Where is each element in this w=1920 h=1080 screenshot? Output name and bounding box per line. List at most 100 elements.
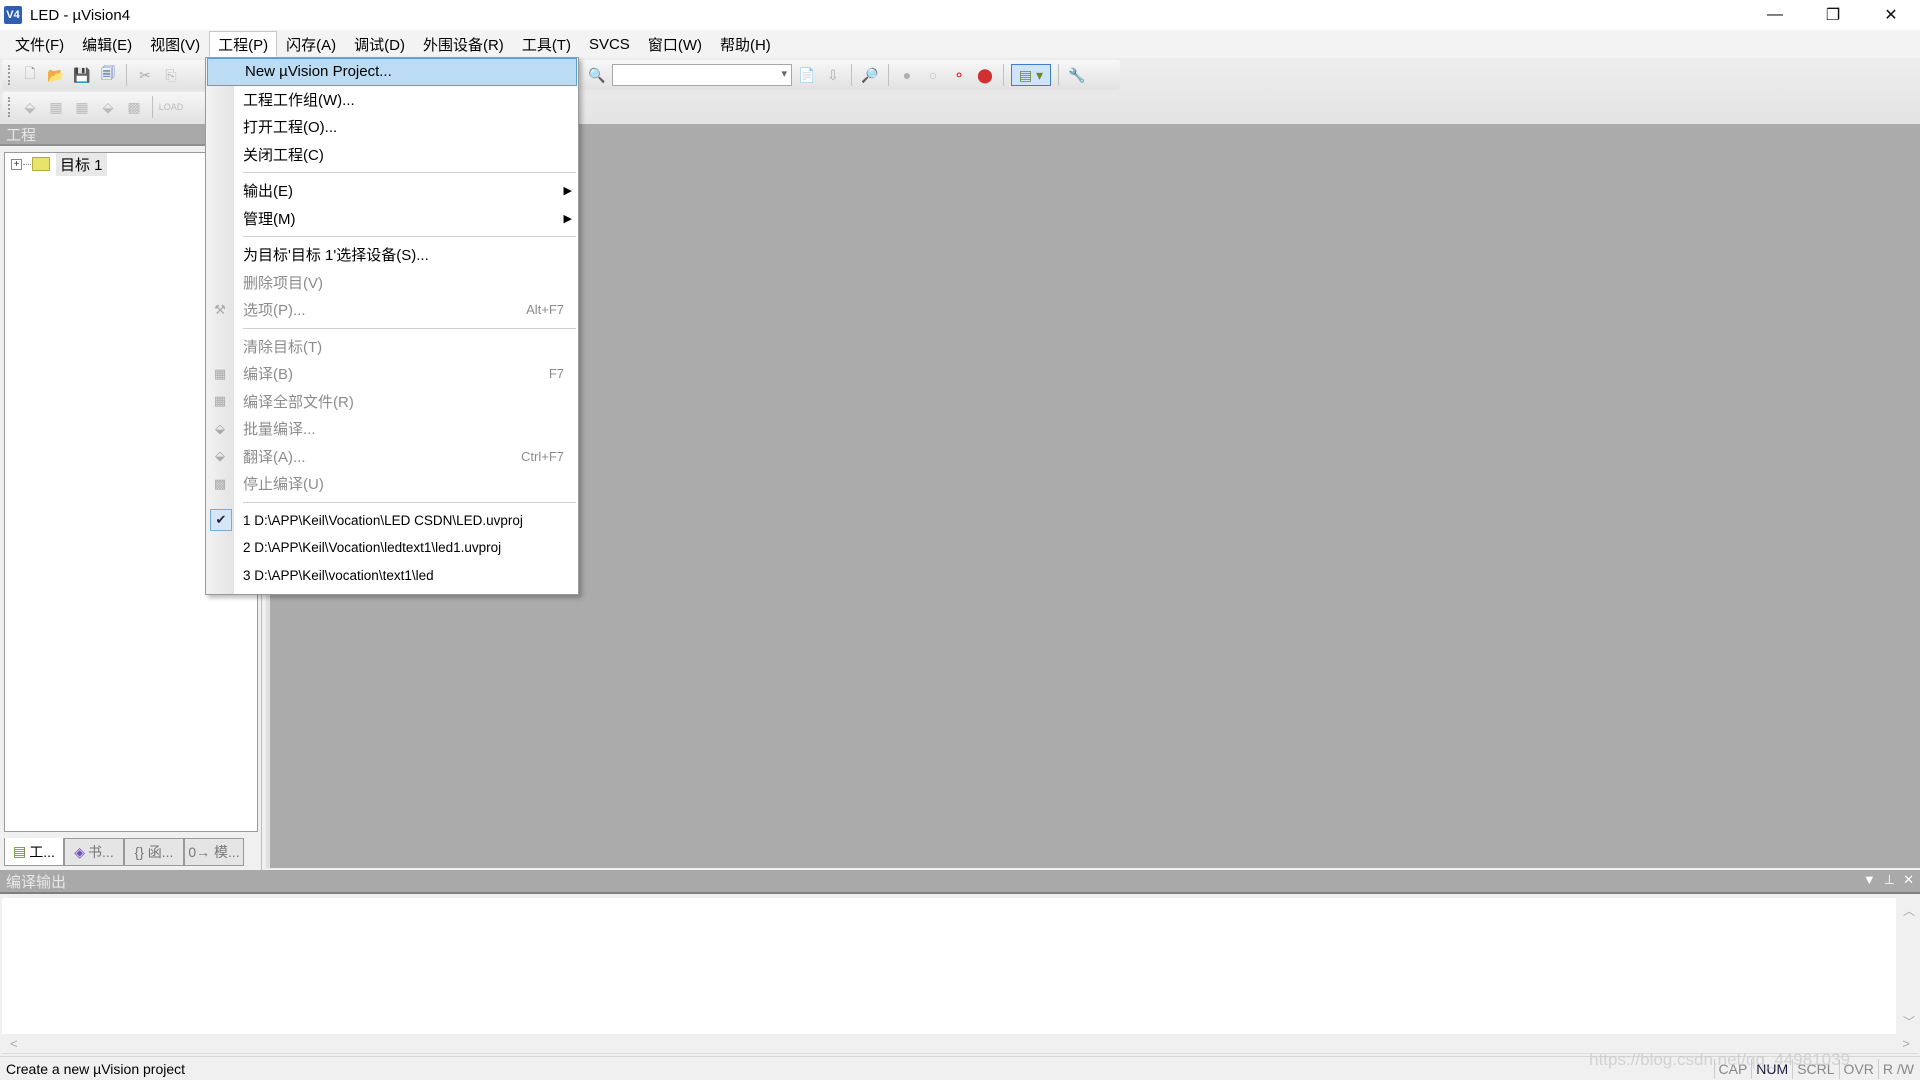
tab-books[interactable]: ◈ 书... bbox=[64, 838, 124, 866]
configure-wrench-icon[interactable]: 🔧 bbox=[1066, 64, 1088, 86]
new-file-icon[interactable]: 🗋 bbox=[19, 64, 41, 86]
menu-peripherals[interactable]: 外围设备(R) bbox=[414, 31, 513, 57]
scroll-up-icon[interactable]: ︿ bbox=[1903, 902, 1915, 919]
menu-flash[interactable]: 闪存(A) bbox=[277, 31, 345, 57]
panel-menu-icon[interactable]: ▼ bbox=[1863, 872, 1876, 888]
kill-breakpoints-icon[interactable]: ⬤ bbox=[974, 64, 996, 86]
batch-build-icon[interactable]: ⬙ bbox=[97, 96, 119, 118]
menu-item-label: New µVision Project... bbox=[245, 63, 392, 81]
toolbar-separator bbox=[888, 64, 889, 86]
expand-icon[interactable]: + bbox=[11, 158, 22, 170]
copy-icon[interactable]: ⎘ bbox=[160, 64, 182, 86]
save-all-icon[interactable]: 🗐 bbox=[97, 64, 119, 86]
options-icon: ⚒ bbox=[214, 301, 226, 317]
find-in-files-icon[interactable]: 🔍 bbox=[586, 64, 608, 86]
batch-build-icon: ⬙ bbox=[215, 420, 225, 436]
disable-breakpoints-icon[interactable]: ⚬ bbox=[948, 64, 970, 86]
menu-file[interactable]: 文件(F) bbox=[6, 31, 73, 57]
menu-tools[interactable]: 工具(T) bbox=[513, 31, 580, 57]
watermark: https://blog.csdn.net/qq_44981039 bbox=[1589, 1050, 1850, 1069]
tab-functions[interactable]: {} 函... bbox=[124, 838, 184, 866]
tab-label: {} 函... bbox=[134, 844, 174, 860]
folder-icon bbox=[32, 157, 50, 171]
menu-item-open-project[interactable]: 打开工程(O)... bbox=[206, 113, 578, 141]
build-icon: ▦ bbox=[213, 365, 227, 381]
menu-item-recent-2[interactable]: 2 D:\APP\Keil\Vocation\ledtext1\led1.uvp… bbox=[206, 534, 578, 562]
stop-build-icon: ▩ bbox=[213, 475, 227, 491]
menu-item-recent-3[interactable]: 3 D:\APP\Keil\vocation\text1\led bbox=[206, 562, 578, 590]
panel-close-icon[interactable]: ✕ bbox=[1903, 872, 1914, 888]
tab-templates[interactable]: 0→ 模... bbox=[184, 838, 244, 866]
toolbar-grip[interactable] bbox=[8, 65, 11, 85]
toolbar-separator bbox=[126, 64, 127, 86]
menu-item-label: 翻译(A)... bbox=[243, 448, 306, 466]
menu-item-label: 编译全部文件(R) bbox=[243, 393, 354, 411]
window-title: LED - µVision4 bbox=[30, 6, 131, 24]
menu-item-batch-build: ⬙ 批量编译... bbox=[206, 415, 578, 443]
build-output-text[interactable] bbox=[2, 898, 1896, 1034]
menu-item-select-device[interactable]: 为目标'目标 1'选择设备(S)... bbox=[206, 241, 578, 269]
pin-icon[interactable]: ⊥ bbox=[1884, 872, 1895, 888]
menu-help[interactable]: 帮助(H) bbox=[711, 31, 780, 57]
scroll-right-icon[interactable]: > bbox=[1902, 1036, 1910, 1051]
menu-view[interactable]: 视图(V) bbox=[141, 31, 209, 57]
menu-item-options: ⚒ 选项(P)... Alt+F7 bbox=[206, 296, 578, 324]
build-output-header: 编译输出 ▼ ⊥ ✕ bbox=[0, 870, 1920, 894]
menu-item-label: 工程工作组(W)... bbox=[243, 91, 355, 109]
menu-window[interactable]: 窗口(W) bbox=[639, 31, 711, 57]
open-folder-icon[interactable]: 📂 bbox=[45, 64, 67, 86]
translate-icon: ⬙ bbox=[215, 448, 225, 464]
menu-separator bbox=[206, 498, 578, 507]
file-toolbar: 🗋 📂 💾 🗐 ✂ ⎘ bbox=[2, 60, 207, 90]
restore-button[interactable]: ❐ bbox=[1804, 0, 1862, 30]
toolbar-grip[interactable] bbox=[8, 97, 11, 117]
title-bar: V4 LED - µVision4 — ❐ ✕ bbox=[0, 0, 1920, 30]
menu-item-recent-1[interactable]: ✔ 1 D:\APP\Keil\Vocation\LED CSDN\LED.uvp… bbox=[206, 507, 578, 535]
tab-label: 书... bbox=[88, 844, 114, 860]
menu-item-label: 编译(B) bbox=[243, 366, 293, 384]
menu-item-label: 输出(E) bbox=[243, 183, 293, 201]
menu-shortcut: Ctrl+F7 bbox=[521, 448, 564, 464]
minimize-button[interactable]: — bbox=[1746, 0, 1804, 30]
stop-build-icon[interactable]: ▩ bbox=[123, 96, 145, 118]
menu-item-multi-project[interactable]: 工程工作组(W)... bbox=[206, 86, 578, 114]
tab-label: 工... bbox=[29, 843, 55, 860]
books-icon: ◈ bbox=[74, 843, 86, 860]
rw-indicator: R /W bbox=[1877, 1059, 1918, 1079]
debug-session-icon[interactable]: 🔎 bbox=[859, 64, 881, 86]
menu-svcs[interactable]: SVCS bbox=[580, 31, 639, 57]
toolbar-separator bbox=[1003, 64, 1004, 86]
find-document-icon[interactable]: 📄 bbox=[796, 64, 818, 86]
menu-item-manage[interactable]: 管理(M) ▶ bbox=[206, 205, 578, 233]
window-layout-dropdown[interactable]: ▤ ▾ bbox=[1011, 64, 1051, 86]
vertical-scrollbar[interactable]: ︿ ﹀ bbox=[1898, 898, 1920, 1034]
close-button[interactable]: ✕ bbox=[1862, 0, 1920, 30]
tab-project[interactable]: ▤ 工... bbox=[4, 838, 64, 866]
find-debug-toolbar: 🔍 📄 ⇩ 🔎 ● ○ ⚬ ⬤ ▤ ▾ 🔧 bbox=[580, 60, 1120, 90]
scroll-down-icon[interactable]: ﹀ bbox=[1903, 1013, 1915, 1030]
find-combo[interactable] bbox=[612, 64, 792, 86]
scroll-left-icon[interactable]: < bbox=[10, 1036, 18, 1051]
load-icon[interactable]: LOAD bbox=[159, 96, 184, 118]
translate-icon[interactable]: ⬙ bbox=[19, 96, 41, 118]
menu-project[interactable]: 工程(P) bbox=[209, 31, 278, 57]
toolbar-separator bbox=[1058, 64, 1059, 86]
menu-item-new-project[interactable]: New µVision Project... bbox=[207, 58, 577, 86]
menu-item-label: 清除目标(T) bbox=[243, 338, 323, 356]
build-output-title: 编译输出 bbox=[6, 873, 67, 891]
rebuild-icon: ▦ bbox=[213, 393, 227, 409]
menu-debug[interactable]: 调试(D) bbox=[345, 31, 414, 57]
menu-edit[interactable]: 编辑(E) bbox=[73, 31, 141, 57]
cut-icon[interactable]: ✂ bbox=[134, 64, 156, 86]
insert-breakpoint-icon[interactable]: ● bbox=[896, 64, 918, 86]
menu-item-label: 1 D:\APP\Keil\Vocation\LED CSDN\LED.uvpr… bbox=[243, 512, 523, 528]
enable-breakpoint-icon[interactable]: ○ bbox=[922, 64, 944, 86]
rebuild-icon[interactable]: ▦ bbox=[71, 96, 93, 118]
menu-item-export[interactable]: 输出(E) ▶ bbox=[206, 177, 578, 205]
menu-shortcut: Alt+F7 bbox=[526, 302, 564, 318]
incremental-find-icon[interactable]: ⇩ bbox=[822, 64, 844, 86]
build-icon[interactable]: ▦ bbox=[45, 96, 67, 118]
menu-item-close-project[interactable]: 关闭工程(C) bbox=[206, 141, 578, 169]
save-icon[interactable]: 💾 bbox=[71, 64, 93, 86]
uvision-app-icon: V4 bbox=[4, 6, 22, 24]
